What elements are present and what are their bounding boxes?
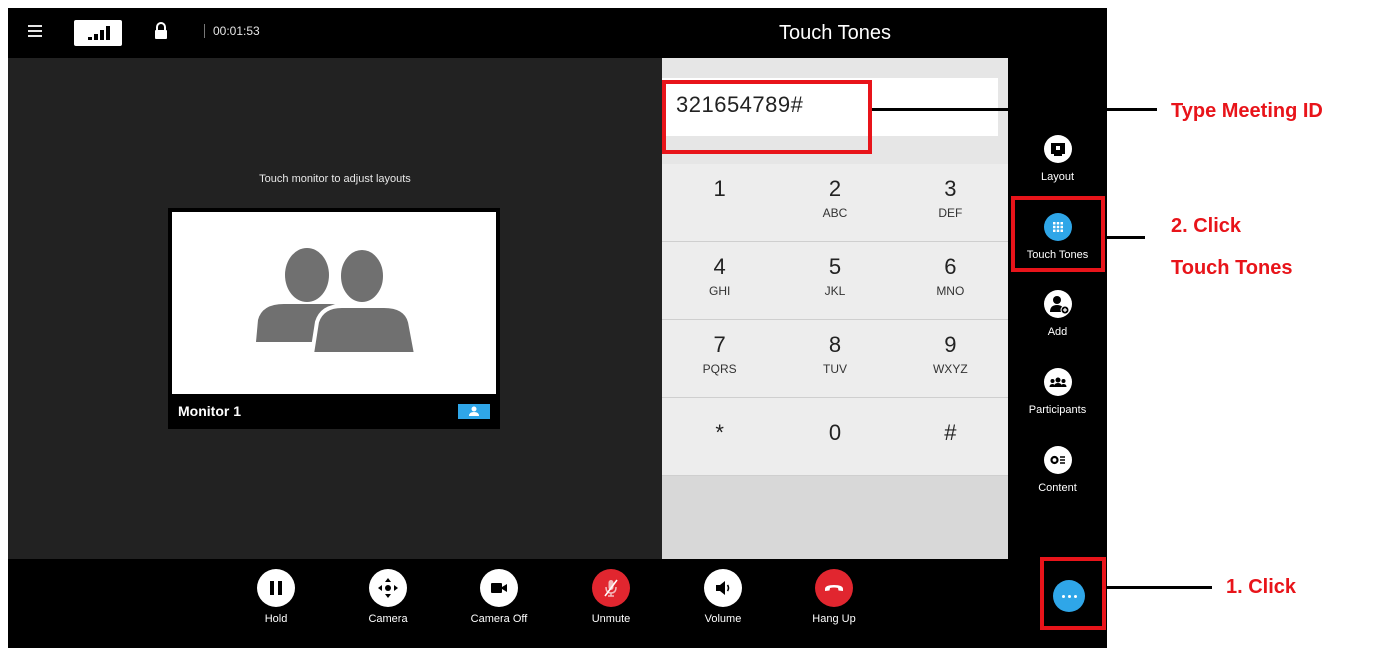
people-placeholder-icon [256, 246, 419, 356]
key-hash[interactable]: # [892, 398, 1008, 476]
layout-icon [1043, 135, 1072, 163]
key-star[interactable]: * [662, 398, 778, 476]
signal-strength-icon [74, 20, 122, 46]
touch-tones-title: Touch Tones [662, 8, 1008, 58]
camera-button[interactable]: Camera [343, 569, 433, 625]
video-area[interactable]: Touch monitor to adjust layouts Monitor … [8, 58, 662, 559]
mic-muted-icon [592, 569, 630, 607]
hang-up-button[interactable]: Hang Up [789, 569, 879, 625]
person-badge-icon [458, 404, 490, 419]
add-person-icon [1043, 290, 1072, 318]
key-3[interactable]: 3 DEF [892, 164, 1008, 242]
video-camera-icon [480, 569, 518, 607]
annotation-step-2-line-2: Touch Tones [1171, 257, 1293, 279]
annotation-line-meeting-id [872, 108, 1157, 111]
key-7[interactable]: 7 PQRS [662, 320, 778, 398]
key-1[interactable]: 1 [662, 164, 778, 242]
monitor-preview [172, 212, 496, 394]
call-timer: 00:01:53 [204, 24, 260, 38]
video-conference-screen: 00:01:53 Touch monitor to adjust layouts… [8, 8, 1107, 648]
content-icon [1043, 446, 1072, 474]
annotation-highlight-touch-tones [1011, 196, 1105, 272]
top-bar: 00:01:53 [8, 8, 662, 58]
key-0[interactable]: 0 [777, 398, 893, 476]
participants-icon [1043, 368, 1072, 396]
key-4[interactable]: 4 GHI [662, 242, 778, 320]
hold-button[interactable]: Hold [231, 569, 321, 625]
bottom-toolbar: Hold Camera Camera Off Unmute Volume Han… [8, 559, 1107, 648]
annotation-step-2-line-1: 2. Click [1171, 215, 1242, 237]
menu-icon[interactable] [28, 25, 42, 37]
monitor-label: Monitor 1 [178, 403, 241, 419]
monitor-tile[interactable]: Monitor 1 [168, 208, 500, 429]
annotation-step-1: 1. Click [1226, 576, 1297, 598]
key-5[interactable]: 5 JKL [777, 242, 893, 320]
annotation-highlight-more [1040, 557, 1106, 630]
key-9[interactable]: 9 WXYZ [892, 320, 1008, 398]
key-2[interactable]: 2 ABC [777, 164, 893, 242]
camera-move-icon [369, 569, 407, 607]
annotation-type-meeting-id: Type Meeting ID [1171, 100, 1323, 122]
unmute-button[interactable]: Unmute [566, 569, 656, 625]
layout-hint: Touch monitor to adjust layouts [259, 173, 411, 185]
key-6[interactable]: 6 MNO [892, 242, 1008, 320]
right-sidebar: Layout Touch Tones Add Participants Cont… [1008, 8, 1107, 559]
sidebar-item-layout[interactable]: Layout [1008, 135, 1107, 183]
sidebar-item-add[interactable]: Add [1008, 290, 1107, 338]
camera-off-button[interactable]: Camera Off [454, 569, 544, 625]
sidebar-item-content[interactable]: Content [1008, 446, 1107, 494]
annotation-highlight-input [662, 80, 872, 154]
annotation-line-more [1106, 586, 1212, 589]
lock-icon [155, 22, 167, 39]
keypad: 1 2 ABC 3 DEF 4 GHI 5 JKL 6 MNO 7 PQRS 8 TUV 9W… [662, 164, 1008, 476]
volume-button[interactable]: Volume [678, 569, 768, 625]
phone-hangup-icon [815, 569, 853, 607]
annotation-line-touch-tones [1105, 236, 1145, 239]
speaker-icon [704, 569, 742, 607]
sidebar-item-participants[interactable]: Participants [1008, 368, 1107, 416]
key-8[interactable]: 8 TUV [777, 320, 893, 398]
pause-icon [257, 569, 295, 607]
